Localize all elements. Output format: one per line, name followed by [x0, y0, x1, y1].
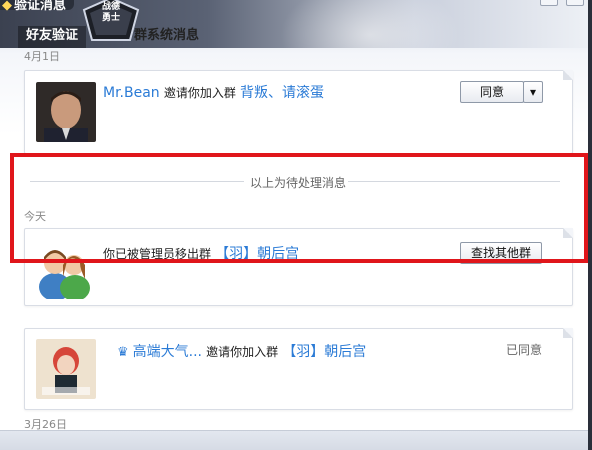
message-text: 邀请你加入群 [206, 345, 279, 359]
message-text: 邀请你加入群 [163, 86, 236, 100]
agree-dropdown-button[interactable]: ▾ [523, 81, 543, 103]
avatar[interactable] [36, 339, 96, 399]
group-link[interactable]: 【羽】朝后宫 [282, 344, 366, 360]
message-card: ♛ 高端大气... 邀请你加入群 【羽】朝后宫 已同意 [24, 328, 573, 410]
date-label: 3月26日 [24, 418, 67, 430]
warrior-badge-icon: 战德 勇士 [82, 0, 140, 44]
message-card: Mr.Bean 邀请你加入群 背叛、请滚蛋 同意 ▾ [24, 70, 573, 154]
avatar[interactable] [36, 82, 96, 142]
agree-button[interactable]: 同意 [460, 81, 524, 103]
highlight-box [10, 153, 588, 263]
chevron-down-icon: ▾ [529, 85, 537, 99]
window-title: ◆ 验证消息 [0, 0, 75, 13]
sender-link[interactable]: Mr.Bean [103, 85, 160, 101]
tab-friend-verification[interactable]: 好友验证 [18, 26, 87, 48]
header-artwork [280, 0, 460, 48]
close-button[interactable] [566, 0, 584, 6]
date-label: 4月1日 [24, 50, 60, 63]
app-logo-icon: ◆ [2, 0, 12, 13]
minimize-button[interactable] [540, 0, 558, 6]
bottom-bar [0, 430, 592, 450]
group-link[interactable]: 背叛、请滚蛋 [240, 85, 324, 101]
window-edge [588, 0, 592, 450]
status-text: 已同意 [506, 343, 543, 357]
sender-link[interactable]: 高端大气... [133, 344, 202, 360]
header: ◆ 验证消息 好友验证 群系统消息 战德 勇士 [0, 0, 592, 48]
window: ◆ 验证消息 好友验证 群系统消息 战德 勇士 4月1日 Mr.Bean 邀请你… [0, 0, 592, 450]
crown-icon: ♛ [117, 345, 129, 360]
